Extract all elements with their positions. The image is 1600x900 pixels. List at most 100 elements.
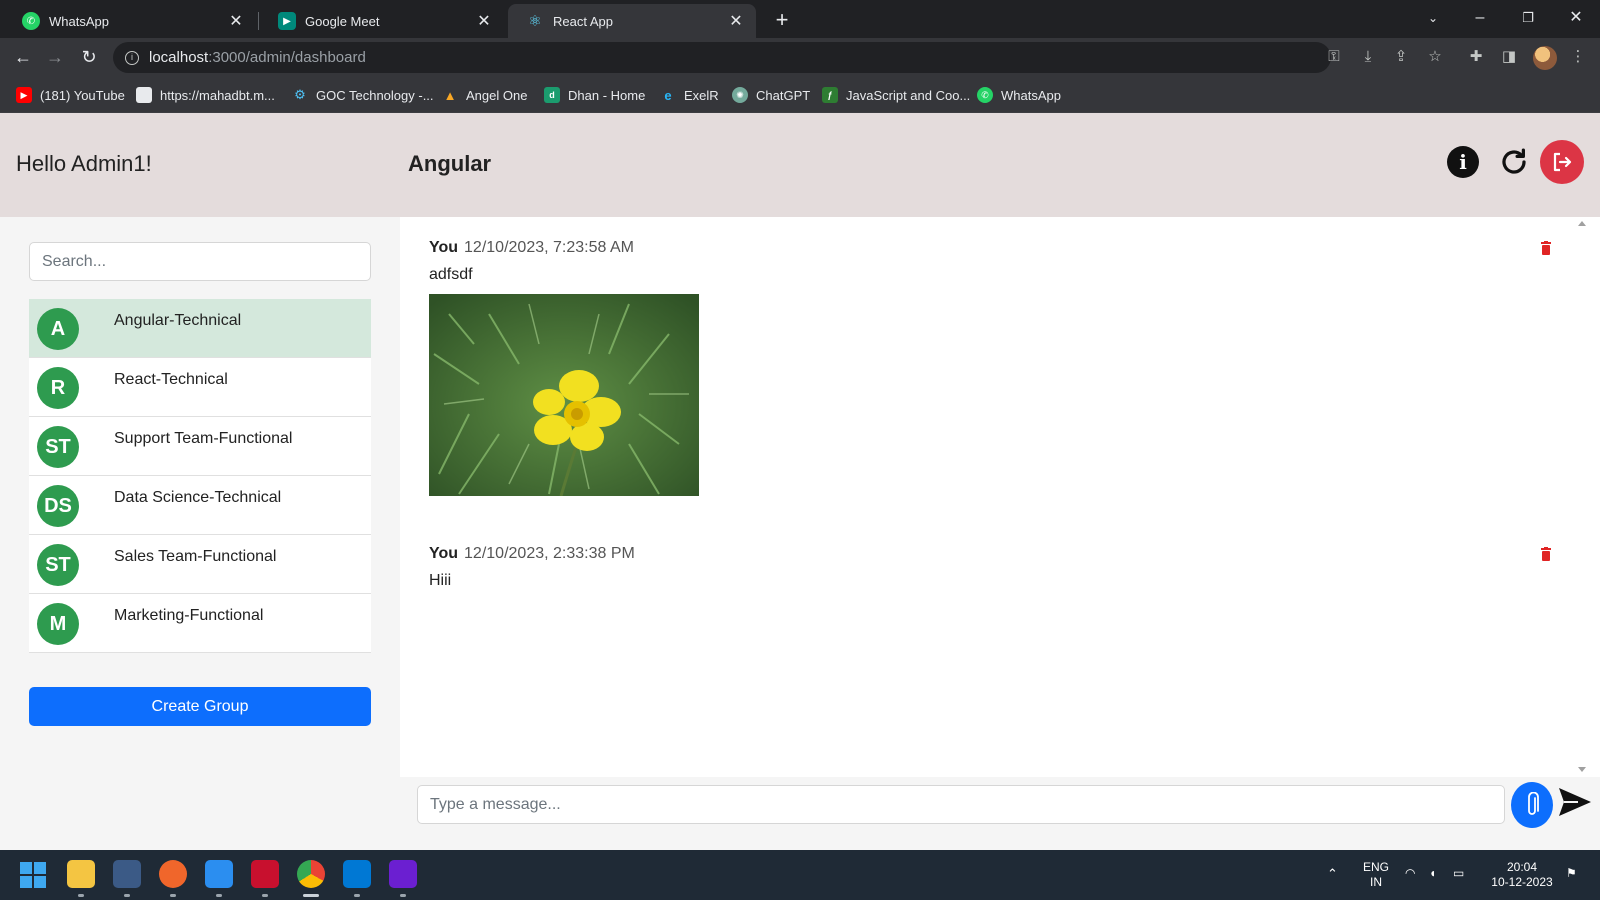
search-input[interactable] bbox=[29, 242, 371, 281]
chatgpt-icon: ✺ bbox=[732, 87, 748, 103]
window-close-icon[interactable]: ✕ bbox=[1556, 6, 1596, 30]
bookmark-chatgpt[interactable]: ✺ ChatGPT bbox=[732, 85, 810, 105]
bookmark-javascript[interactable]: ƒ JavaScript and Coo... bbox=[822, 85, 970, 105]
chrome-icon[interactable] bbox=[297, 860, 325, 888]
group-item-react-technical[interactable]: R React-Technical bbox=[29, 358, 371, 417]
group-item-sales-team-functional[interactable]: ST Sales Team-Functional bbox=[29, 535, 371, 594]
angel-one-icon: ▲ bbox=[443, 87, 457, 103]
info-button[interactable]: i bbox=[1447, 146, 1479, 178]
taskbar: ⌃ ENG IN ◠ ◖ ▭ 20:04 10-12-2023 ⚑ bbox=[0, 850, 1600, 900]
battery-icon[interactable]: ▭ bbox=[1453, 866, 1464, 881]
delete-message-icon[interactable] bbox=[1539, 547, 1553, 561]
intellij-icon[interactable] bbox=[389, 860, 417, 888]
sidebar: A Angular-Technical R React-Technical ST… bbox=[0, 217, 400, 850]
language-indicator[interactable]: ENG IN bbox=[1360, 860, 1392, 890]
bookmark-label: WhatsApp bbox=[1001, 87, 1061, 103]
avatar: DS bbox=[37, 485, 79, 527]
vscode-icon[interactable] bbox=[343, 860, 371, 888]
key-icon[interactable]: ⚿ bbox=[1323, 46, 1345, 68]
bookmark-mahadbt[interactable]: https://mahadbt.m... bbox=[136, 85, 275, 105]
info-icon: i bbox=[1459, 150, 1467, 174]
message-item: You 12/10/2023, 7:23:58 AM adfsdf bbox=[429, 239, 699, 496]
bookmark-whatsapp[interactable]: ✆ WhatsApp bbox=[977, 85, 1061, 105]
postman-icon[interactable] bbox=[159, 860, 187, 888]
create-group-button[interactable]: Create Group bbox=[29, 687, 371, 726]
send-icon[interactable] bbox=[1558, 787, 1592, 817]
back-icon[interactable]: ← bbox=[10, 44, 36, 70]
tab-google-meet[interactable]: ▶ Google Meet ✕ bbox=[260, 4, 504, 38]
message-meta: You 12/10/2023, 2:33:38 PM bbox=[429, 545, 635, 563]
clock[interactable]: 20:04 10-12-2023 bbox=[1486, 860, 1558, 890]
share-icon[interactable]: ⇪ bbox=[1390, 46, 1412, 68]
taskbar-indicator bbox=[170, 894, 176, 897]
address-bar[interactable]: i localhost:3000/admin/dashboard bbox=[113, 42, 1331, 73]
snipping-tool-icon[interactable] bbox=[113, 860, 141, 888]
taskbar-indicator bbox=[400, 894, 406, 897]
bookmark-star-icon[interactable]: ☆ bbox=[1424, 46, 1446, 68]
forward-icon[interactable]: → bbox=[42, 44, 68, 70]
message-image[interactable] bbox=[429, 294, 699, 496]
message-composer bbox=[400, 777, 1600, 850]
scroll-down-arrow[interactable] bbox=[1578, 767, 1586, 772]
attach-button[interactable] bbox=[1511, 782, 1553, 828]
bookmark-label: ChatGPT bbox=[756, 87, 811, 103]
clock-date: 10-12-2023 bbox=[1491, 875, 1553, 889]
install-icon[interactable]: ⤓ bbox=[1357, 46, 1379, 68]
volume-icon[interactable]: ◖ bbox=[1429, 866, 1436, 881]
reload-icon[interactable]: ↻ bbox=[76, 44, 102, 70]
mcafee-icon[interactable] bbox=[251, 860, 279, 888]
tab-label: Google Meet bbox=[305, 13, 380, 29]
site-info-icon[interactable]: i bbox=[125, 50, 139, 65]
windows-start-icon[interactable] bbox=[20, 862, 46, 888]
file-explorer-icon[interactable] bbox=[67, 860, 95, 888]
tab-whatsapp[interactable]: ✆ WhatsApp ✕ bbox=[4, 4, 256, 38]
scroll-up-arrow[interactable] bbox=[1578, 221, 1586, 226]
message-input[interactable] bbox=[417, 785, 1505, 824]
page-icon bbox=[136, 87, 152, 103]
menu-icon[interactable]: ⋮ bbox=[1567, 46, 1589, 68]
refresh-button[interactable] bbox=[1498, 146, 1530, 178]
wifi-icon[interactable]: ◠ bbox=[1405, 866, 1415, 881]
group-name: Data Science-Technical bbox=[114, 489, 282, 506]
taskbar-indicator bbox=[303, 894, 319, 897]
tab-search-icon[interactable]: ⌄ bbox=[1413, 6, 1453, 30]
bookmark-label: JavaScript and Coo... bbox=[846, 87, 971, 103]
profile-avatar[interactable] bbox=[1533, 46, 1557, 70]
paperclip-icon bbox=[1528, 792, 1539, 815]
delete-message-icon[interactable] bbox=[1539, 241, 1553, 255]
google-meet-icon: ▶ bbox=[278, 12, 296, 30]
message-text: Hiii bbox=[429, 572, 452, 589]
taskbar-indicator bbox=[216, 894, 222, 897]
exelr-icon: e bbox=[664, 87, 672, 103]
restore-icon[interactable]: ❐ bbox=[1508, 6, 1548, 30]
extensions-icon[interactable]: ✚ bbox=[1465, 46, 1487, 68]
group-list: A Angular-Technical R React-Technical ST… bbox=[29, 299, 371, 653]
side-panel-icon[interactable]: ◨ bbox=[1498, 46, 1520, 68]
message-sender: You bbox=[429, 545, 459, 562]
region-label: IN bbox=[1370, 875, 1382, 889]
group-item-support-team-functional[interactable]: ST Support Team-Functional bbox=[29, 417, 371, 476]
photos-icon[interactable] bbox=[205, 860, 233, 888]
bookmark-youtube[interactable]: ▶ (181) YouTube bbox=[16, 85, 125, 105]
bookmark-dhan[interactable]: d Dhan - Home bbox=[544, 85, 645, 105]
close-icon[interactable]: ✕ bbox=[228, 11, 244, 31]
close-icon[interactable]: ✕ bbox=[476, 11, 492, 31]
tab-react-app[interactable]: ⚛ React App ✕ bbox=[508, 4, 756, 38]
bookmark-exelr[interactable]: e ExelR bbox=[660, 85, 718, 105]
group-name: Marketing-Functional bbox=[114, 607, 264, 624]
group-item-marketing-functional[interactable]: M Marketing-Functional bbox=[29, 594, 371, 653]
logout-button[interactable] bbox=[1540, 140, 1584, 184]
group-item-angular-technical[interactable]: A Angular-Technical bbox=[29, 299, 371, 358]
minimize-icon[interactable]: – bbox=[1460, 6, 1500, 30]
chevron-up-icon[interactable]: ⌃ bbox=[1327, 866, 1338, 881]
bookmark-angel-one[interactable]: ▲ Angel One bbox=[442, 85, 528, 105]
group-item-data-science-technical[interactable]: DS Data Science-Technical bbox=[29, 476, 371, 535]
new-tab-button[interactable]: + bbox=[768, 6, 796, 34]
taskbar-indicator bbox=[354, 894, 360, 897]
close-icon[interactable]: ✕ bbox=[728, 11, 744, 31]
message-area[interactable]: You 12/10/2023, 7:23:58 AM adfsdf You 12… bbox=[400, 217, 1600, 777]
bookmark-goc[interactable]: ⚙ GOC Technology -... bbox=[292, 85, 433, 105]
notification-icon[interactable]: ⚑ bbox=[1566, 866, 1577, 881]
url-host: localhost bbox=[149, 49, 209, 66]
bookmark-label: Dhan - Home bbox=[568, 87, 646, 103]
